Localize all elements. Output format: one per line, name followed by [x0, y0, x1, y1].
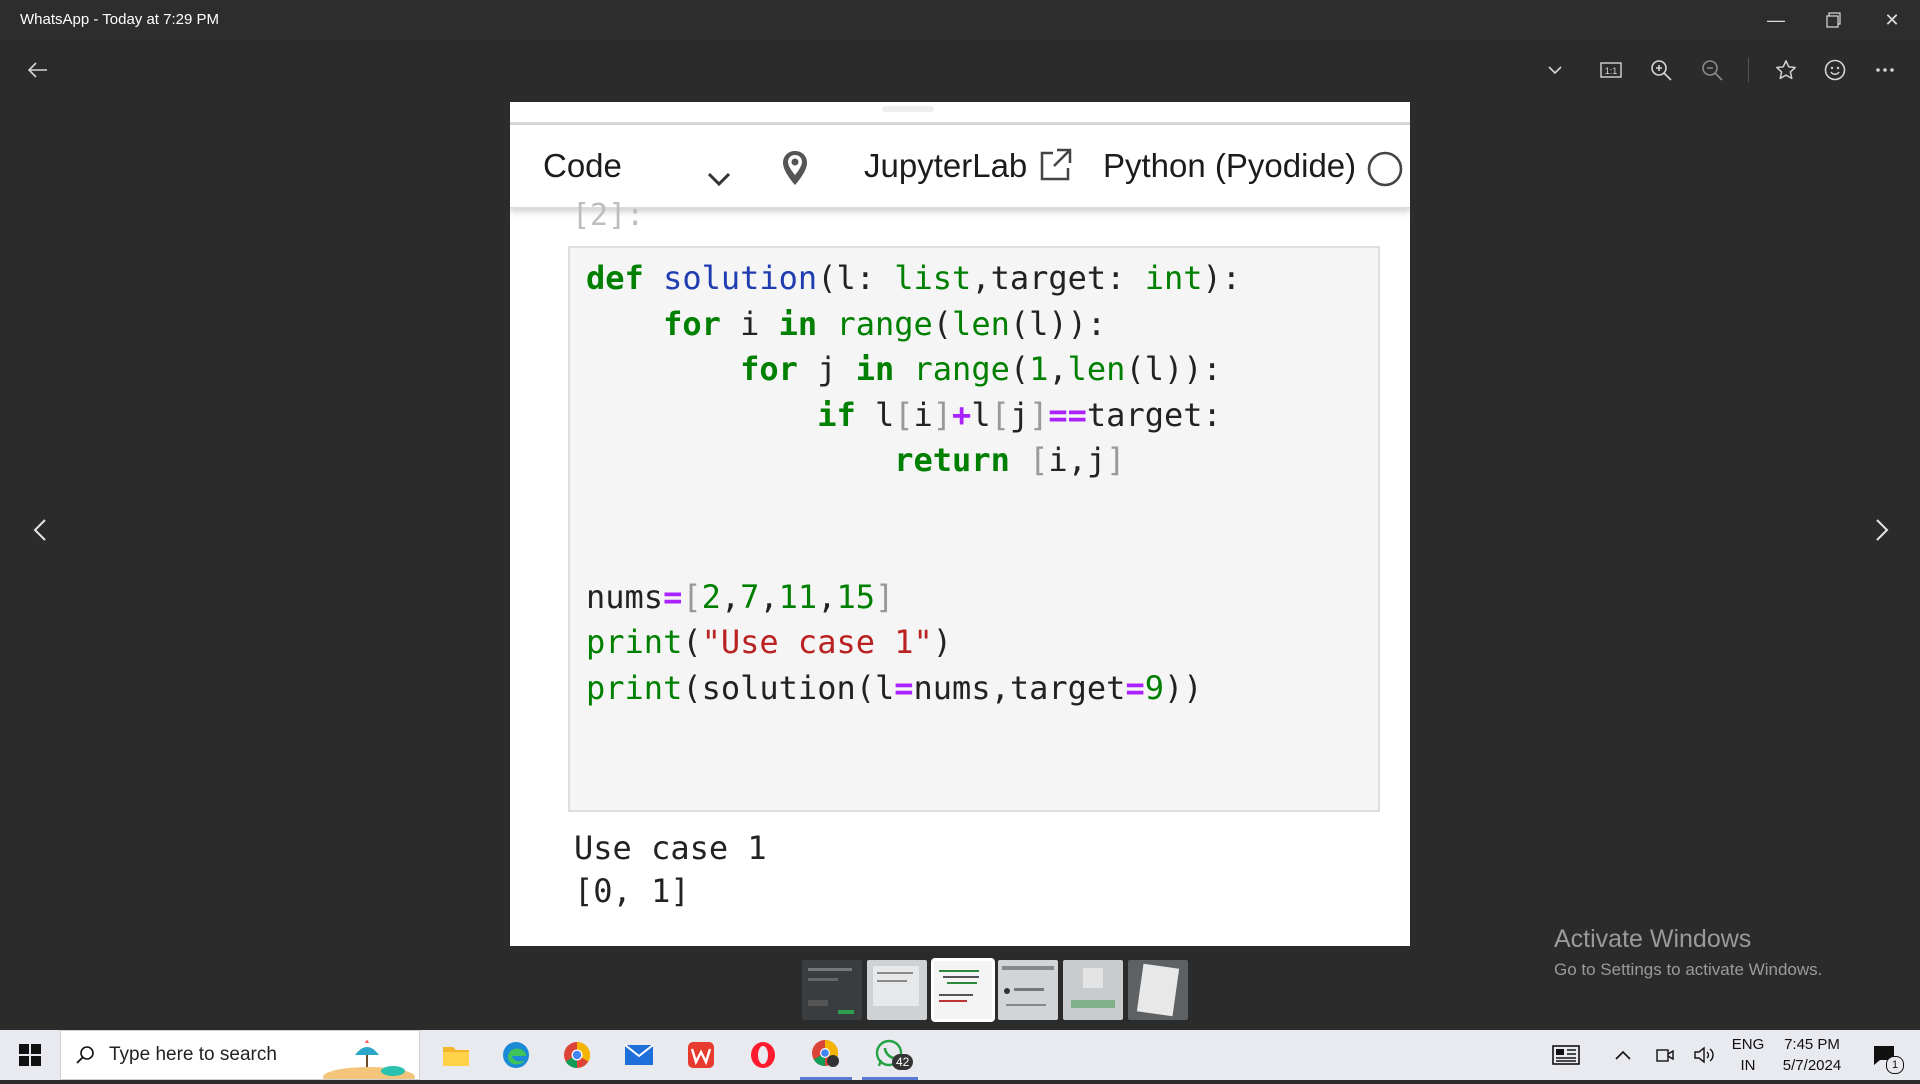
clock-time: 7:45 PM [1784, 1036, 1840, 1053]
toolbar-divider [1748, 58, 1749, 82]
thumbnail-active[interactable] [931, 958, 995, 1022]
clock[interactable]: 7:45 PM 5/7/2024 [1776, 1030, 1848, 1080]
cell-type-select[interactable]: Code [543, 147, 622, 185]
chevron-down-icon[interactable] [1535, 52, 1575, 88]
output-line: Use case 1 [574, 829, 767, 867]
actual-size-icon[interactable]: 1:1 [1591, 52, 1631, 88]
chevron-down-icon[interactable] [707, 157, 731, 195]
notification-count: 1 [1886, 1056, 1904, 1074]
cell-prompt: [2]: [572, 198, 645, 233]
scroll-handle [882, 106, 934, 112]
activate-windows-watermark: Activate Windows Go to Settings to activ… [1554, 925, 1822, 980]
news-widget-icon[interactable] [1546, 1030, 1586, 1080]
meet-now-icon[interactable] [1650, 1030, 1680, 1080]
external-link-icon[interactable] [1037, 147, 1073, 191]
kernel-status-icon [1366, 150, 1404, 196]
back-button[interactable] [18, 52, 58, 88]
notebook-toolbar: Code JupyterLab Python (Pyodide) [510, 125, 1410, 209]
search-highlight-icon [321, 1033, 417, 1084]
windows-start-icon[interactable] [10, 1030, 50, 1080]
volume-icon[interactable] [1690, 1030, 1720, 1080]
zoom-out-icon[interactable] [1692, 52, 1732, 88]
opera-icon[interactable] [739, 1030, 787, 1080]
output-line: [0, 1] [574, 872, 690, 910]
chrome-profile-icon[interactable] [800, 1030, 852, 1080]
wps-office-icon[interactable] [677, 1030, 725, 1080]
location-pin-icon[interactable] [780, 149, 810, 195]
image-content: Code JupyterLab Python (Pyodide) [2]: de… [510, 102, 1410, 946]
restore-icon[interactable] [1806, 0, 1862, 40]
thumbnail[interactable] [1063, 960, 1123, 1020]
more-options-icon[interactable] [1865, 52, 1905, 88]
star-icon[interactable] [1766, 52, 1806, 88]
whatsapp-icon[interactable]: 42 [862, 1030, 918, 1080]
jupyterlab-link[interactable]: JupyterLab [864, 147, 1027, 185]
edge-icon[interactable] [492, 1030, 540, 1080]
thumbnail[interactable] [1128, 960, 1188, 1020]
thumbnail[interactable] [867, 960, 927, 1020]
mail-icon[interactable] [615, 1030, 663, 1080]
title-bar: WhatsApp - Today at 7:29 PM — ✕ [0, 0, 1920, 40]
emoji-icon[interactable] [1815, 52, 1855, 88]
region-code: IN [1740, 1057, 1756, 1074]
clock-date: 5/7/2024 [1782, 1057, 1842, 1074]
kernel-name[interactable]: Python (Pyodide) [1103, 147, 1356, 185]
chrome-icon[interactable] [553, 1030, 601, 1080]
minimize-icon[interactable]: — [1748, 0, 1804, 40]
language-code: ENG [1731, 1036, 1765, 1053]
next-image-button[interactable] [1862, 510, 1902, 550]
close-icon[interactable]: ✕ [1864, 0, 1920, 40]
taskbar: Type here to search 42 ENG IN 7:45 PM 5/… [0, 1030, 1920, 1084]
watermark-subtitle: Go to Settings to activate Windows. [1554, 960, 1823, 979]
cell-output: Use case 1 [0, 1] [574, 827, 767, 913]
thumbnail[interactable] [802, 960, 862, 1020]
search-placeholder: Type here to search [109, 1044, 277, 1065]
previous-image-button[interactable] [20, 510, 60, 550]
notifications-icon[interactable]: 1 [1862, 1030, 1906, 1080]
notebook-header-strip [510, 102, 1410, 125]
window-title: WhatsApp - Today at 7:29 PM [20, 11, 219, 28]
code-cell[interactable]: def solution(l: list,target: int): for i… [568, 246, 1380, 812]
file-explorer-icon[interactable] [432, 1030, 480, 1080]
watermark-title: Activate Windows [1554, 925, 1752, 953]
search-input[interactable]: Type here to search [60, 1030, 420, 1084]
svg-text:1:1: 1:1 [1605, 66, 1618, 76]
whatsapp-badge: 42 [892, 1054, 914, 1070]
zoom-in-icon[interactable] [1641, 52, 1681, 88]
thumbnail[interactable] [998, 960, 1058, 1020]
search-icon [75, 1045, 95, 1065]
code-editor[interactable]: def solution(l: list,target: int): for i… [586, 256, 1241, 711]
chevron-up-icon[interactable] [1608, 1030, 1638, 1080]
language-indicator[interactable]: ENG IN [1728, 1030, 1768, 1080]
